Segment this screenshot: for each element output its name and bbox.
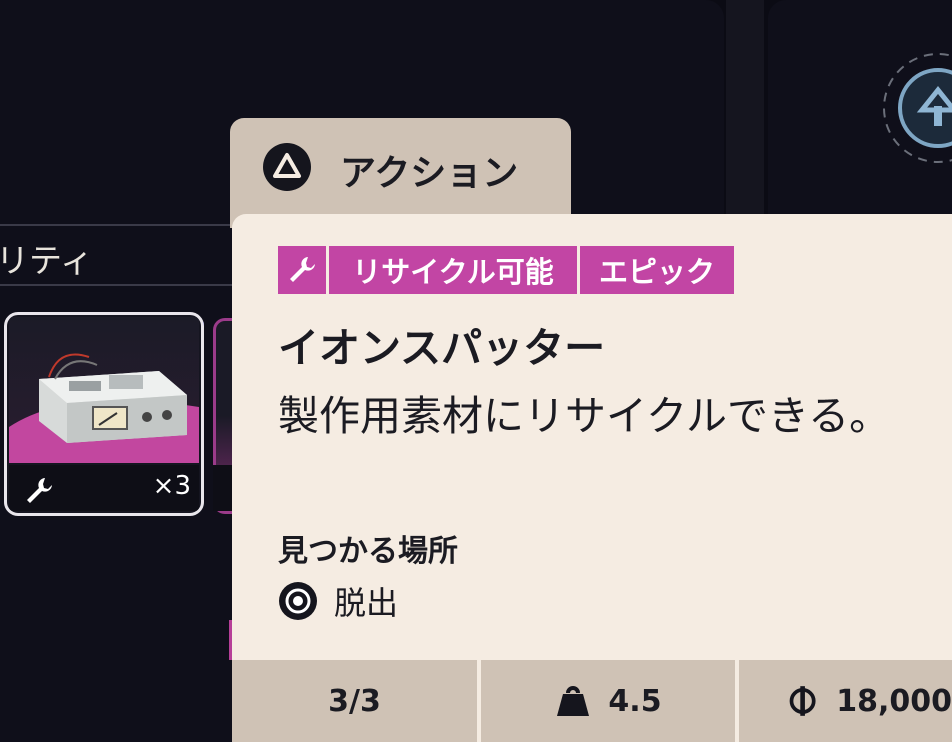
item-tooltip: リサイクル可能 エピック イオンスパッター 製作用素材にリサイクルできる。 見つ… bbox=[232, 214, 952, 742]
item-description: 製作用素材にリサイクルできる。 bbox=[278, 392, 891, 440]
action-label: アクション bbox=[340, 153, 519, 194]
triangle-button-icon bbox=[263, 143, 311, 191]
tag-row: リサイクル可能 エピック bbox=[278, 246, 734, 294]
tag-recyclable: リサイクル可能 bbox=[329, 246, 577, 294]
item-title: イオンスパッター bbox=[278, 324, 606, 372]
found-location: 脱出 bbox=[334, 584, 399, 622]
item-card-ion-sputter[interactable]: ×3 bbox=[4, 312, 204, 516]
item-card-footer: ×3 bbox=[9, 465, 199, 511]
ion-sputter-image bbox=[9, 317, 199, 463]
wrench-icon bbox=[27, 478, 52, 503]
stats-bar: 3/3 4.5 18,000 bbox=[232, 660, 952, 742]
wrench-icon bbox=[290, 257, 315, 282]
currency-icon bbox=[789, 686, 816, 716]
item-quantity: ×3 bbox=[152, 471, 191, 501]
stat-stack-value: 3/3 bbox=[328, 683, 381, 719]
stat-weight-value: 4.5 bbox=[608, 683, 662, 719]
stat-value-amount: 18,000 bbox=[836, 683, 952, 719]
found-location-row: 脱出 bbox=[278, 580, 398, 622]
stat-value: 18,000 bbox=[739, 660, 952, 742]
filter-label: リティ bbox=[0, 241, 94, 280]
action-button[interactable]: アクション bbox=[230, 118, 571, 228]
target-icon bbox=[279, 582, 317, 620]
stat-stack: 3/3 bbox=[232, 660, 477, 742]
weight-icon bbox=[557, 686, 590, 716]
tag-recyclable-icon bbox=[278, 246, 326, 294]
shield-emblem-icon bbox=[883, 53, 952, 163]
tag-rarity: エピック bbox=[580, 246, 734, 294]
found-heading: 見つかる場所 bbox=[278, 534, 458, 569]
stat-weight: 4.5 bbox=[481, 660, 735, 742]
filter-bar[interactable]: リティ bbox=[0, 224, 240, 286]
